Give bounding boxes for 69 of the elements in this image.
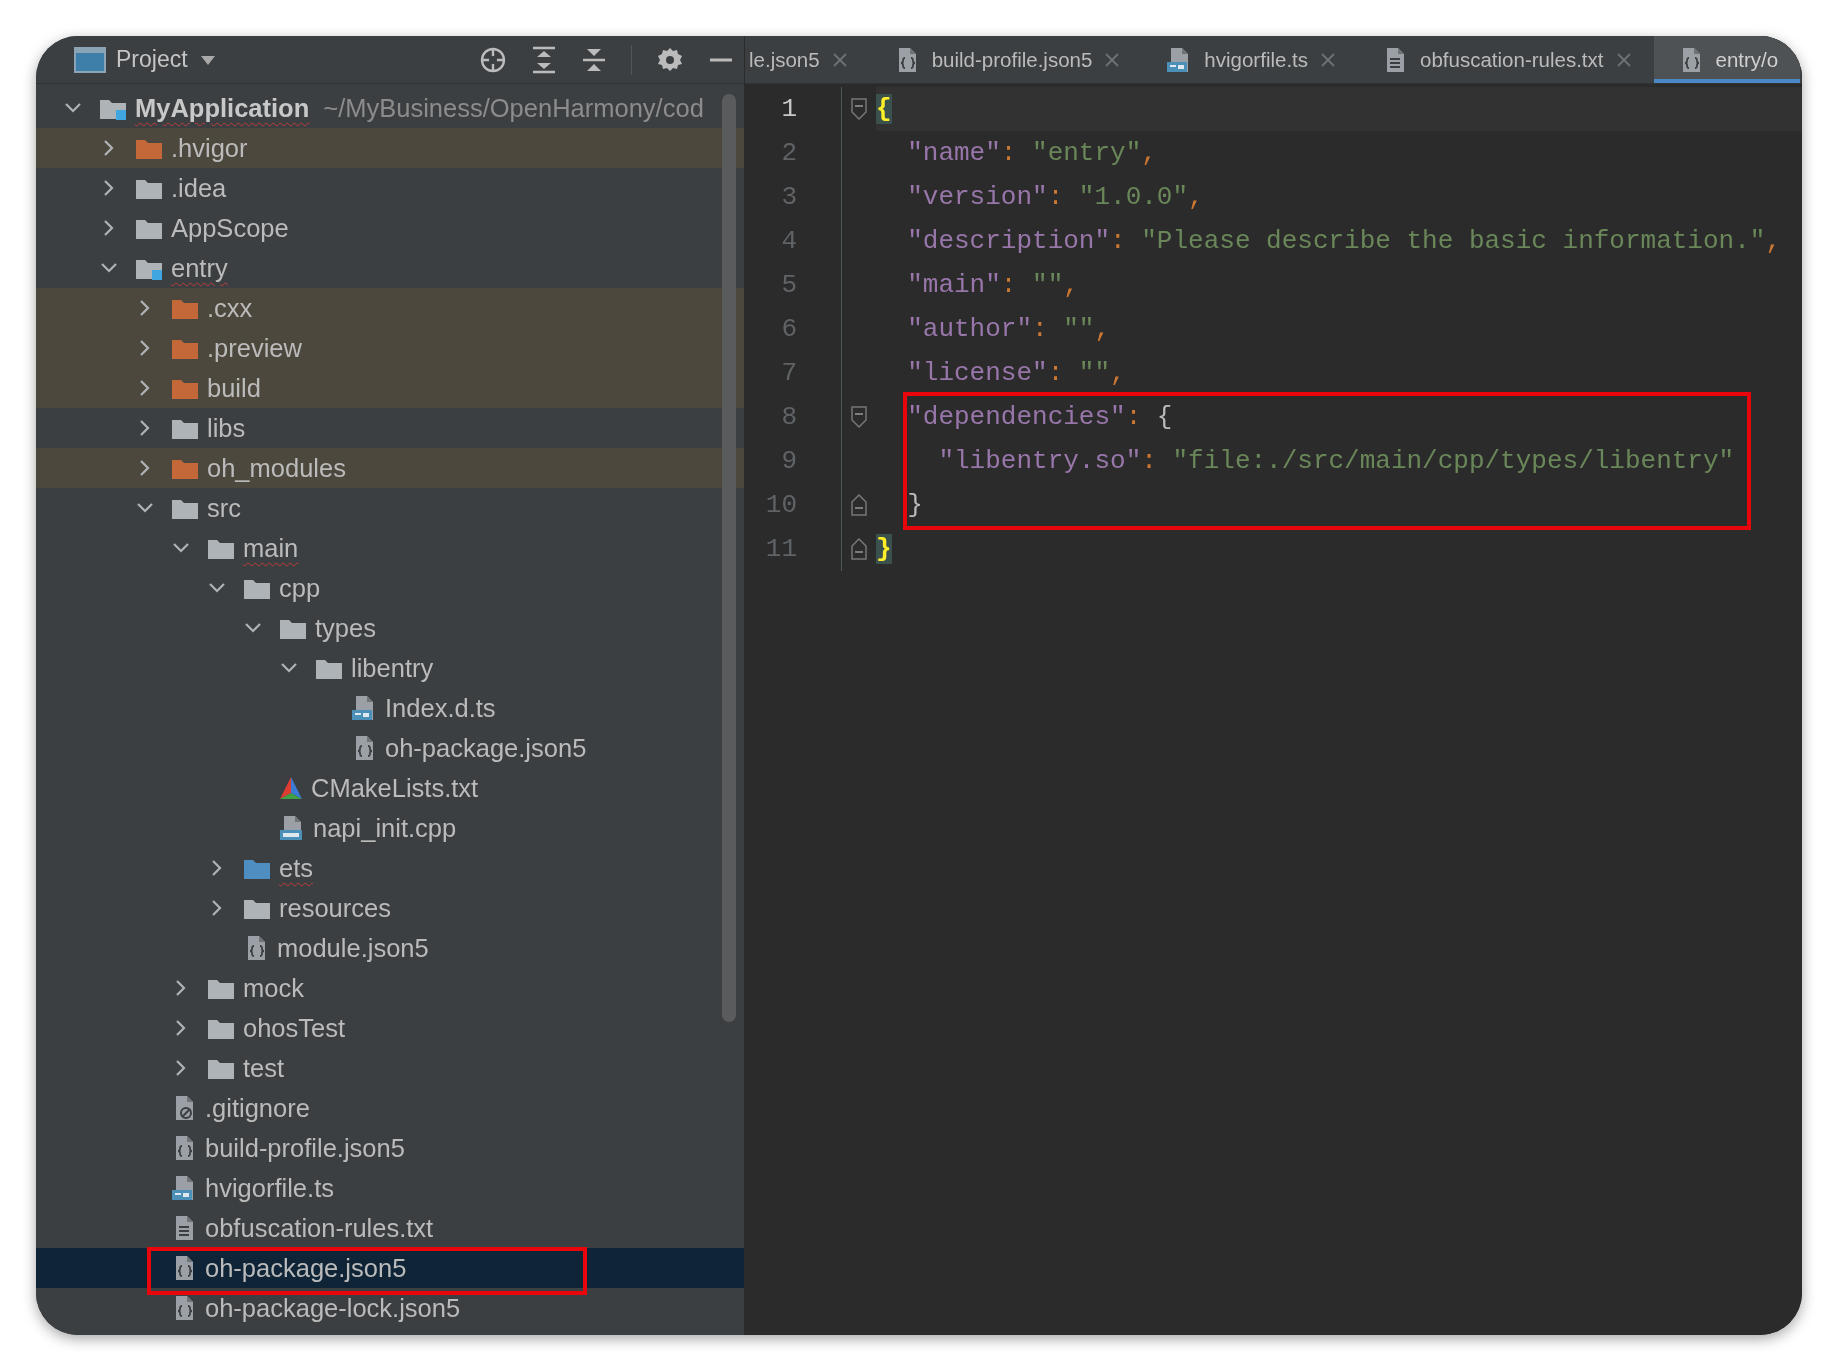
tree-item[interactable]: CMakeLists.txt [36,768,744,808]
fold-icon[interactable] [850,98,868,120]
line-number: 1 [780,94,797,124]
code-line: "author": "", [906,314,1111,344]
editor-tab[interactable]: entry/o [1653,36,1801,83]
settings-icon[interactable] [656,45,684,74]
tree-item[interactable]: libs [36,408,744,448]
editor-tab[interactable]: hvigorfile.ts [1142,36,1359,83]
tree-item[interactable]: module.json5 [36,928,744,968]
tree-item[interactable]: Index.d.ts [36,688,744,728]
editor-tab[interactable]: le.json5 [745,36,870,83]
code-line: "dependencies": { [906,402,1173,432]
tree-item[interactable]: AppScope [36,208,744,248]
tree-item[interactable]: src [36,488,744,528]
tree-item[interactable]: oh-package-lock.json5 [36,1288,744,1328]
code-line: "libentry.so": "file:./src/main/cpp/types/libentry" [937,446,1735,476]
tree-item[interactable]: .preview [36,328,744,368]
tree-item[interactable]: resources [36,888,744,928]
tree-item[interactable]: ohosTest [36,1008,744,1048]
line-number: 3 [780,182,797,212]
tree-item[interactable]: cpp [36,568,744,608]
tree-item[interactable]: mock [36,968,744,1008]
code-line: "version": "1.0.0", [906,182,1204,212]
tree-item[interactable]: build-profile.json5 [36,1128,744,1168]
tree-item[interactable]: hvigorfile.ts [36,1168,744,1208]
line-number: 8 [780,402,797,432]
tree-item[interactable]: .hvigor [36,128,744,168]
project-path: ~/MyBusiness/OpenHarmony/cod [323,93,704,123]
tree-item[interactable]: .idea [36,168,744,208]
tree-item[interactable]: oh_modules [36,448,744,488]
tree-item[interactable]: oh-package.json5 [36,728,744,768]
tree-item[interactable]: entry [36,248,744,288]
triangle-logo-icon [279,776,303,800]
tree-item[interactable]: MyApplication ~/MyBusiness/OpenHarmony/cod [36,88,744,128]
tree-item[interactable]: libentry [36,648,744,688]
tree-item[interactable]: main [36,528,744,568]
line-number: 11 [764,534,797,564]
tree-item[interactable]: test [36,1048,744,1088]
line-number: 9 [780,446,797,476]
expand-all-icon[interactable] [531,45,557,74]
tree-item[interactable]: napi_init.cpp [36,808,744,848]
tree-item[interactable]: oh-package.json5 [36,1248,744,1288]
panel-title[interactable]: Project [116,46,188,73]
line-number: 2 [780,138,797,168]
tree-item[interactable]: build [36,368,744,408]
line-number: 7 [780,358,797,388]
cpp-file-icon [279,815,305,841]
line-number: 4 [780,226,797,256]
line-number: 6 [780,314,797,344]
code-line: "license": "", [906,358,1126,388]
code-line: } [906,490,923,520]
fold-end-icon[interactable] [850,494,868,516]
tree-item[interactable]: .gitignore [36,1088,744,1128]
editor-tab[interactable]: build-profile.json5 [869,36,1143,83]
line-number: 5 [780,270,797,300]
fold-icon[interactable] [850,406,868,428]
tree-item[interactable]: ets [36,848,744,888]
tree-item[interactable]: .cxx [36,288,744,328]
window-icon [74,45,106,74]
scrollbar[interactable] [722,94,736,1022]
tree-item[interactable]: obfuscation-rules.txt [36,1208,744,1248]
editor-tab[interactable]: obfuscation-rules.txt [1358,36,1654,83]
line-number: 10 [764,490,797,520]
code-line: "description": "Please describe the basic information.", [906,226,1781,256]
fold-end-icon[interactable] [850,538,868,560]
locate-icon[interactable] [479,45,507,74]
tree-item[interactable]: types [36,608,744,648]
code-line: "name": "entry", [906,138,1157,168]
code-line: "main": "", [906,270,1079,300]
